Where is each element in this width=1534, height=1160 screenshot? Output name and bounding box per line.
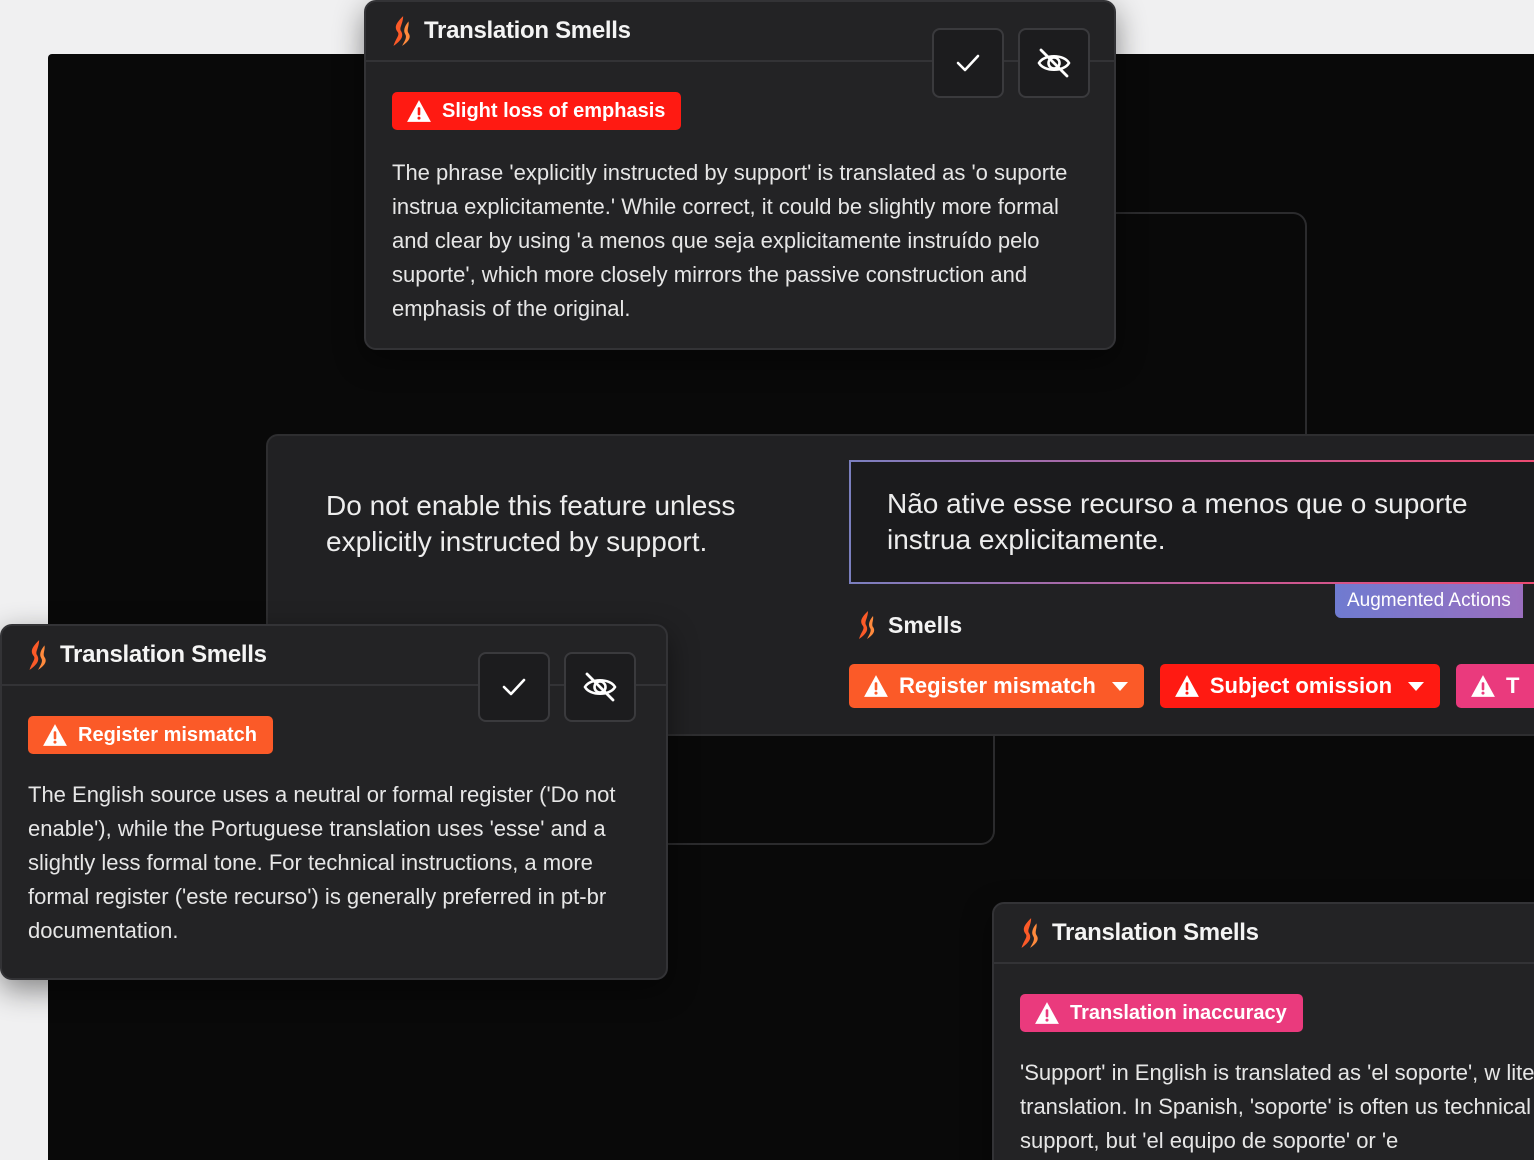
warning-triangle-icon xyxy=(1174,674,1200,698)
smell-chip-register-mismatch[interactable]: Register mismatch xyxy=(849,664,1144,708)
flame-logo-icon xyxy=(390,15,412,47)
translation-smells-card-top: Translation Smells Slight loss of emphas… xyxy=(364,0,1116,350)
smell-badge: Translation inaccuracy xyxy=(1020,994,1303,1032)
warning-triangle-icon xyxy=(863,674,889,698)
warning-triangle-icon xyxy=(42,723,68,747)
smell-badge-label: Slight loss of emphasis xyxy=(442,99,666,122)
card-title: Translation Smells xyxy=(1052,919,1259,946)
smells-header: Smells xyxy=(856,610,962,640)
chip-label: Register mismatch xyxy=(899,673,1096,698)
smells-label: Smells xyxy=(888,611,963,638)
card-title: Translation Smells xyxy=(424,17,631,44)
chip-label: Subject omission xyxy=(1209,673,1393,698)
smell-description: The phrase 'explicitly instructed by sup… xyxy=(392,160,1068,321)
target-segment-field[interactable]: Não ative esse recurso a menos que o sup… xyxy=(849,460,1534,584)
eye-slash-icon xyxy=(582,669,618,705)
ignore-button[interactable] xyxy=(1018,28,1090,98)
chip-label: T xyxy=(1506,673,1520,698)
warning-triangle-icon xyxy=(1034,1001,1060,1025)
smell-chip-subject-omission[interactable]: Subject omission xyxy=(1159,664,1441,708)
flame-logo-icon xyxy=(26,639,48,671)
caret-down-icon[interactable] xyxy=(1111,681,1128,691)
flame-logo-icon xyxy=(1018,917,1040,949)
warning-triangle-icon xyxy=(1470,674,1496,698)
checkmark-icon xyxy=(499,672,529,702)
accept-button[interactable] xyxy=(478,652,550,722)
warning-triangle-icon xyxy=(406,99,432,123)
smell-badge-label: Register mismatch xyxy=(78,723,257,746)
target-segment-text[interactable]: Não ative esse recurso a menos que o sup… xyxy=(887,486,1527,558)
smell-chip-list: Register mismatch Subject omission T xyxy=(849,664,1534,708)
accept-button[interactable] xyxy=(932,28,1004,98)
checkmark-icon xyxy=(953,48,983,78)
smell-description: 'Support' in English is translated as 'e… xyxy=(1020,1060,1534,1153)
eye-slash-icon xyxy=(1036,45,1072,81)
card-title: Translation Smells xyxy=(60,641,267,668)
smell-description: The English source uses a neutral or for… xyxy=(28,782,616,943)
translation-smells-card-bottom: Translation Smells Translation inaccurac… xyxy=(992,902,1534,1160)
ignore-button[interactable] xyxy=(564,652,636,722)
caret-down-icon[interactable] xyxy=(1408,681,1425,691)
augmented-actions-tag[interactable]: Augmented Actions xyxy=(1335,584,1523,618)
smell-badge: Slight loss of emphasis xyxy=(392,92,682,130)
flame-logo-icon xyxy=(856,610,876,640)
source-segment: Do not enable this feature unless explic… xyxy=(326,490,736,557)
card-header: Translation Smells xyxy=(994,904,1534,964)
smell-badge-label: Translation inaccuracy xyxy=(1070,1001,1287,1024)
smell-badge: Register mismatch xyxy=(28,716,273,754)
smell-chip-third[interactable]: T xyxy=(1456,664,1534,708)
translation-smells-card-left: Translation Smells Register mismatch The… xyxy=(0,624,668,980)
